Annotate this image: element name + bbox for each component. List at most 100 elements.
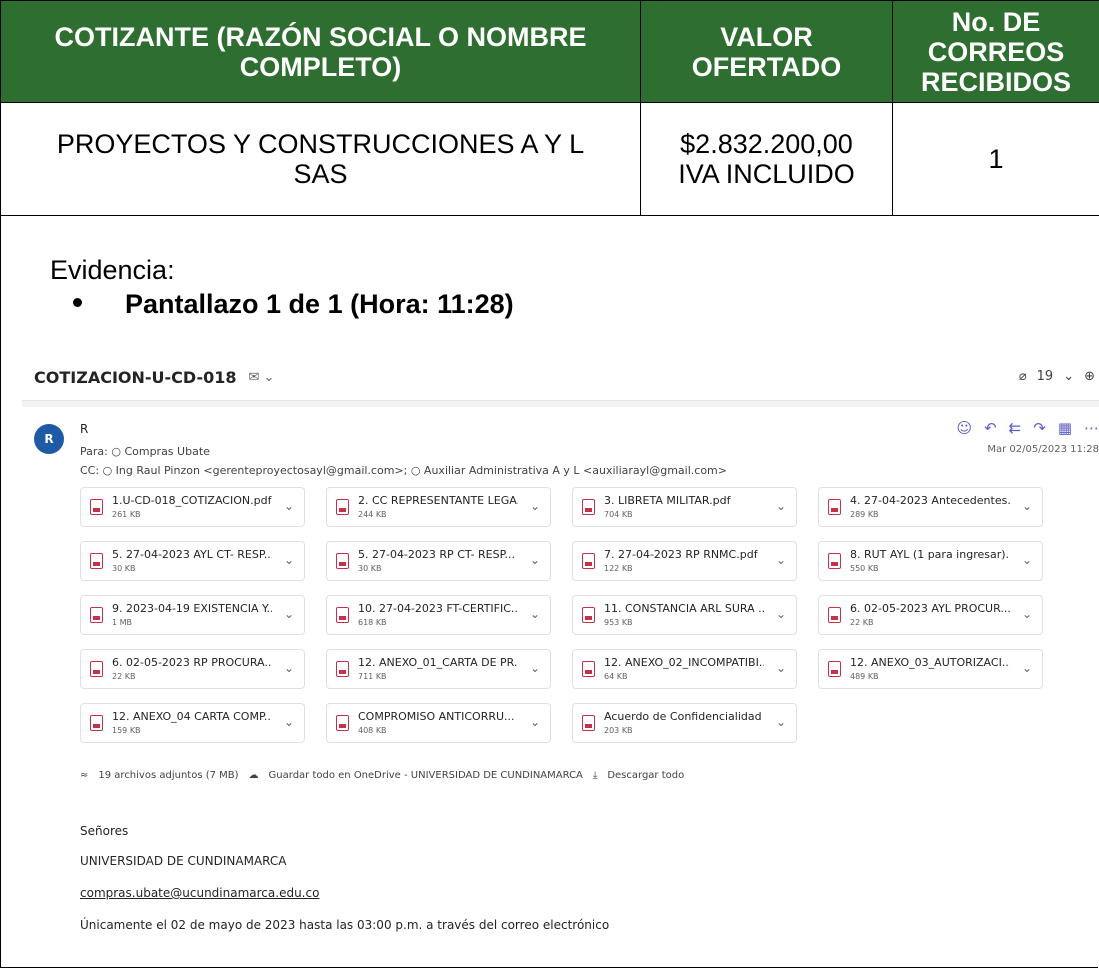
message-actions: ☺ ↶ ⇇ ↷ ▦ ⋯ bbox=[956, 419, 1099, 437]
attachment-tile[interactable]: 7. 27-04-2023 RP RNMC.pdf 122 KB ⌄ bbox=[572, 541, 797, 581]
attachment-tile[interactable]: 5. 27-04-2023 RP CT- RESP... 30 KB ⌄ bbox=[326, 541, 551, 581]
attachment-tile[interactable]: 8. RUT AYL (1 para ingresar).... 550 KB ⌄ bbox=[818, 541, 1043, 581]
chevron-down-icon[interactable]: ⌄ bbox=[284, 553, 294, 567]
attachment-tile[interactable]: 12. ANEXO_02_INCOMPATIBI... 64 KB ⌄ bbox=[572, 649, 797, 689]
attachment-tile[interactable]: 12. ANEXO_01_CARTA DE PR... 711 KB ⌄ bbox=[326, 649, 551, 689]
bullet-item: Pantallazo 1 de 1 (Hora: 11:28) bbox=[73, 289, 514, 320]
body-line: UNIVERSIDAD DE CUNDINAMARCA bbox=[80, 854, 287, 868]
attachment-size: 289 KB bbox=[850, 510, 879, 519]
chevron-down-icon[interactable]: ⌄ bbox=[776, 607, 786, 621]
attachment-tile[interactable]: 12. ANEXO_03_AUTORIZACI... 489 KB ⌄ bbox=[818, 649, 1043, 689]
paperclip-icon[interactable]: ⌀ bbox=[1019, 369, 1027, 384]
attachment-size: 30 KB bbox=[358, 564, 382, 573]
cell-correos: 1 bbox=[892, 102, 1099, 216]
pdf-file-icon bbox=[90, 661, 103, 677]
chevron-down-icon[interactable]: ⌄ bbox=[1022, 499, 1032, 513]
chevron-down-icon[interactable]: ⌄ bbox=[776, 499, 786, 513]
chevron-down-icon[interactable]: ⌄ bbox=[1022, 661, 1032, 675]
attachment-size: 711 KB bbox=[358, 672, 387, 681]
attachment-size: 159 KB bbox=[112, 726, 141, 735]
chevron-down-icon[interactable]: ⌄ bbox=[530, 607, 540, 621]
chevron-down-icon[interactable]: ⌄ bbox=[530, 553, 540, 567]
collapse-icon[interactable]: ≈ bbox=[80, 770, 88, 781]
attachment-size: 408 KB bbox=[358, 726, 387, 735]
bullet-text: Pantallazo 1 de 1 (Hora: 11:28) bbox=[125, 289, 514, 319]
apps-icon[interactable]: ▦ bbox=[1058, 419, 1072, 437]
attachment-tile[interactable]: 6. 02-05-2023 AYL PROCUR... 22 KB ⌄ bbox=[818, 595, 1043, 635]
pdf-file-icon bbox=[582, 499, 595, 515]
attachment-size: 618 KB bbox=[358, 618, 387, 627]
attachment-tile[interactable]: 11. CONSTANCIA ARL SURA ... 953 KB ⌄ bbox=[572, 595, 797, 635]
chevron-down-icon[interactable]: ⌄ bbox=[1022, 607, 1032, 621]
reply-icon[interactable]: ↶ bbox=[984, 419, 997, 437]
attachment-tile[interactable]: 1.U-CD-018_COTIZACION.pdf 261 KB ⌄ bbox=[80, 487, 305, 527]
chevron-down-icon[interactable]: ⌄ bbox=[776, 553, 786, 567]
zoom-icon[interactable]: ⊕ bbox=[1084, 369, 1095, 384]
chevron-down-icon[interactable]: ⌄ bbox=[284, 607, 294, 621]
attachment-tile[interactable]: 4. 27-04-2023 Antecedentes... 289 KB ⌄ bbox=[818, 487, 1043, 527]
pdf-file-icon bbox=[90, 715, 103, 731]
cell-cotizante: PROYECTOS Y CONSTRUCCIONES A Y L SAS bbox=[0, 102, 641, 216]
attachments-count[interactable]: 19 archivos adjuntos (7 MB) bbox=[98, 770, 238, 781]
attachment-tile[interactable]: 9. 2023-04-19 EXISTENCIA Y... 1 MB ⌄ bbox=[80, 595, 305, 635]
emoji-icon[interactable]: ☺ bbox=[956, 419, 972, 437]
attachment-tile[interactable]: Acuerdo de Confidencialidad ... 203 KB ⌄ bbox=[572, 703, 797, 743]
body-line: Señores bbox=[80, 824, 129, 838]
pdf-file-icon bbox=[336, 715, 349, 731]
sender-name[interactable]: R bbox=[80, 422, 88, 436]
reply-all-icon[interactable]: ⇇ bbox=[1009, 419, 1022, 437]
attachment-size: 953 KB bbox=[604, 618, 633, 627]
download-all-link[interactable]: Descargar todo bbox=[607, 770, 684, 781]
header-correos: No. DE CORREOS RECIBIDOS bbox=[892, 0, 1099, 103]
email-subject: COTIZACION-U-CD-018 bbox=[34, 368, 237, 387]
save-onedrive-link[interactable]: Guardar todo en OneDrive - UNIVERSIDAD D… bbox=[269, 770, 583, 781]
email-link[interactable]: compras.ubate@ucundinamarca.edu.co bbox=[80, 886, 319, 900]
attachment-tile[interactable]: 2. CC REPRESENTANTE LEGA... 244 KB ⌄ bbox=[326, 487, 551, 527]
to-line[interactable]: Para: ○ Compras Ubate bbox=[80, 445, 210, 458]
attachment-name: 2. CC REPRESENTANTE LEGA... bbox=[358, 494, 518, 507]
pdf-file-icon bbox=[336, 661, 349, 677]
header-valor: VALOR OFERTADO bbox=[640, 0, 893, 103]
chevron-down-icon[interactable]: ⌄ bbox=[776, 715, 786, 729]
chevron-down-icon[interactable]: ⌄ bbox=[284, 661, 294, 675]
chevron-down-icon[interactable]: ⌄ bbox=[284, 499, 294, 513]
attachment-tile[interactable]: 10. 27-04-2023 FT-CERTIFIC... 618 KB ⌄ bbox=[326, 595, 551, 635]
header-cotizante: COTIZANTE (RAZÓN SOCIAL O NOMBRE COMPLET… bbox=[0, 0, 641, 103]
attachment-name: 12. ANEXO_01_CARTA DE PR... bbox=[358, 656, 518, 669]
chevron-down-icon[interactable]: ⌄ bbox=[530, 661, 540, 675]
chevron-down-icon[interactable]: ⌄ bbox=[530, 499, 540, 513]
quote-table: COTIZANTE (RAZÓN SOCIAL O NOMBRE COMPLET… bbox=[0, 0, 1099, 216]
cc-line[interactable]: CC: ○ Ing Raul Pinzon <gerenteproyectosa… bbox=[80, 464, 727, 477]
attachment-name: 10. 27-04-2023 FT-CERTIFIC... bbox=[358, 602, 518, 615]
attachment-tile[interactable]: COMPROMISO ANTICORRU... 408 KB ⌄ bbox=[326, 703, 551, 743]
attachment-name: 7. 27-04-2023 RP RNMC.pdf bbox=[604, 548, 758, 561]
attachment-size: 261 KB bbox=[112, 510, 141, 519]
attachment-name: 3. LIBRETA MILITAR.pdf bbox=[604, 494, 731, 507]
forward-icon[interactable]: ↷ bbox=[1033, 419, 1046, 437]
pdf-file-icon bbox=[336, 607, 349, 623]
attachment-count[interactable]: 19 bbox=[1037, 369, 1054, 384]
attachment-size: 64 KB bbox=[604, 672, 628, 681]
chevron-down-icon[interactable]: ⌄ bbox=[776, 661, 786, 675]
subject-toolbar: ⌀ 19 ⌄ ⊕ bbox=[1019, 369, 1095, 384]
attachment-name: 12. ANEXO_03_AUTORIZACI... bbox=[850, 656, 1010, 669]
attachment-tile[interactable]: 12. ANEXO_04 CARTA COMP... 159 KB ⌄ bbox=[80, 703, 305, 743]
pdf-file-icon bbox=[828, 553, 841, 569]
attachment-tile[interactable]: 3. LIBRETA MILITAR.pdf 704 KB ⌄ bbox=[572, 487, 797, 527]
envelope-tag-icon[interactable]: ✉ ⌄ bbox=[249, 370, 275, 385]
table-row: PROYECTOS Y CONSTRUCCIONES A Y L SAS $2.… bbox=[0, 102, 1099, 216]
chevron-down-icon[interactable]: ⌄ bbox=[284, 715, 294, 729]
chevron-down-icon[interactable]: ⌄ bbox=[530, 715, 540, 729]
avatar[interactable]: R bbox=[34, 424, 64, 454]
body-line: Únicamente el 02 de mayo de 2023 hasta l… bbox=[80, 918, 610, 932]
attachment-name: 6. 02-05-2023 AYL PROCUR... bbox=[850, 602, 1010, 615]
attachment-tile[interactable]: 6. 02-05-2023 RP PROCURA... 22 KB ⌄ bbox=[80, 649, 305, 689]
attachment-tile[interactable]: 5. 27-04-2023 AYL CT- RESP... 30 KB ⌄ bbox=[80, 541, 305, 581]
attachment-size: 550 KB bbox=[850, 564, 879, 573]
chevron-down-icon[interactable]: ⌄ bbox=[1063, 369, 1074, 384]
attachment-name: 4. 27-04-2023 Antecedentes... bbox=[850, 494, 1010, 507]
attachment-size: 203 KB bbox=[604, 726, 633, 735]
chevron-down-icon[interactable]: ⌄ bbox=[1022, 553, 1032, 567]
more-icon[interactable]: ⋯ bbox=[1084, 419, 1099, 437]
message-date: Mar 02/05/2023 11:28 bbox=[987, 444, 1099, 455]
